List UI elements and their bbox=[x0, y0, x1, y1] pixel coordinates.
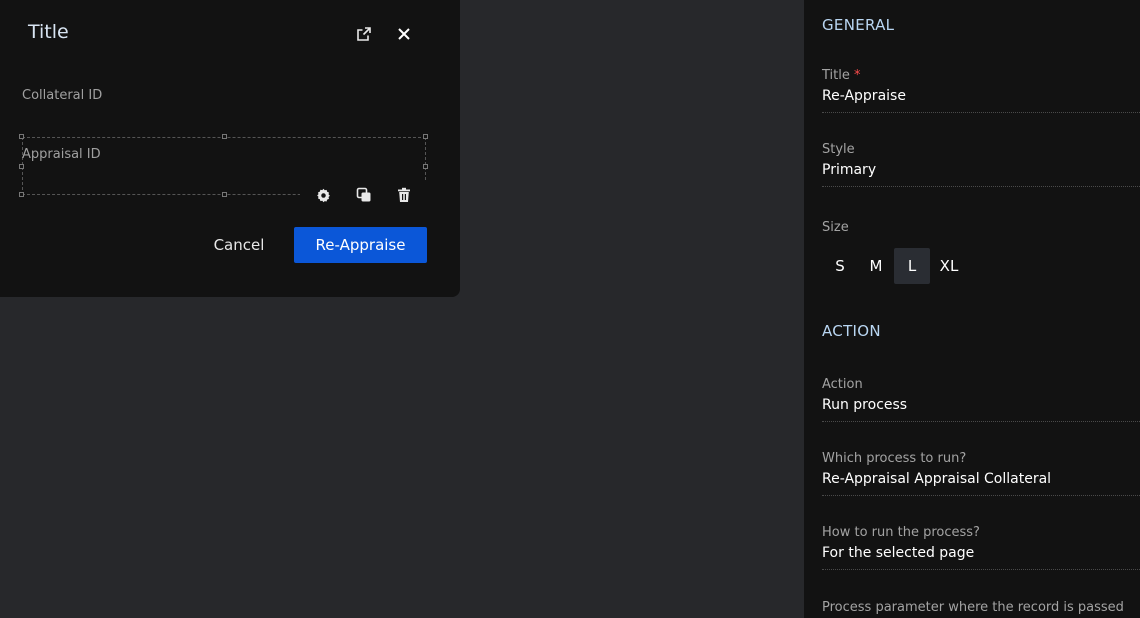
run-mode-select[interactable]: For the selected page bbox=[822, 545, 974, 561]
style-label: Style bbox=[822, 142, 855, 157]
required-marker: * bbox=[854, 68, 861, 83]
action-select-underline bbox=[822, 421, 1140, 422]
open-external-icon[interactable] bbox=[353, 23, 375, 45]
collateral-id-field[interactable]: Collateral ID bbox=[22, 88, 102, 103]
re-appraise-button[interactable]: Re-Appraise bbox=[294, 227, 427, 263]
size-option-s[interactable]: S bbox=[822, 248, 858, 284]
process-parameter-label: Process parameter where the record is pa… bbox=[822, 600, 1124, 615]
size-option-m[interactable]: M bbox=[858, 248, 894, 284]
size-option-xl[interactable]: XL bbox=[930, 248, 968, 284]
process-select[interactable]: Re-Appraisal Appraisal Collateral bbox=[822, 471, 1051, 487]
title-input-underline bbox=[822, 112, 1140, 113]
title-label-text: Title bbox=[822, 68, 850, 83]
properties-panel: GENERAL Title * Re-Appraise Style Primar… bbox=[804, 0, 1140, 618]
run-mode-label: How to run the process? bbox=[822, 525, 980, 540]
action-section-heading: ACTION bbox=[822, 322, 881, 340]
style-select-underline bbox=[822, 186, 1140, 187]
process-select-underline bbox=[822, 495, 1140, 496]
cancel-button[interactable]: Cancel bbox=[200, 228, 278, 262]
action-label: Action bbox=[822, 377, 863, 392]
run-mode-select-underline bbox=[822, 569, 1140, 570]
close-icon[interactable] bbox=[393, 23, 415, 45]
process-label: Which process to run? bbox=[822, 451, 967, 466]
resize-handle[interactable] bbox=[423, 164, 428, 169]
size-option-l[interactable]: L bbox=[894, 248, 930, 284]
general-section-heading: GENERAL bbox=[822, 16, 895, 34]
action-select[interactable]: Run process bbox=[822, 397, 907, 413]
appraisal-id-field[interactable]: Appraisal ID bbox=[22, 147, 101, 162]
resize-handle[interactable] bbox=[222, 192, 227, 197]
modal-dialog: Title Collateral ID Appraisal ID Cancel … bbox=[0, 0, 460, 297]
copy-icon[interactable] bbox=[355, 186, 373, 204]
settings-icon[interactable] bbox=[314, 186, 332, 204]
style-select[interactable]: Primary bbox=[822, 162, 876, 178]
resize-handle[interactable] bbox=[19, 134, 24, 139]
title-input[interactable]: Re-Appraise bbox=[822, 88, 906, 104]
size-label: Size bbox=[822, 220, 849, 235]
modal-title[interactable]: Title bbox=[28, 21, 69, 43]
resize-handle[interactable] bbox=[423, 134, 428, 139]
resize-handle[interactable] bbox=[19, 164, 24, 169]
title-label: Title * bbox=[822, 68, 861, 83]
delete-icon[interactable] bbox=[395, 186, 413, 204]
resize-handle[interactable] bbox=[222, 134, 227, 139]
resize-handle[interactable] bbox=[19, 192, 24, 197]
